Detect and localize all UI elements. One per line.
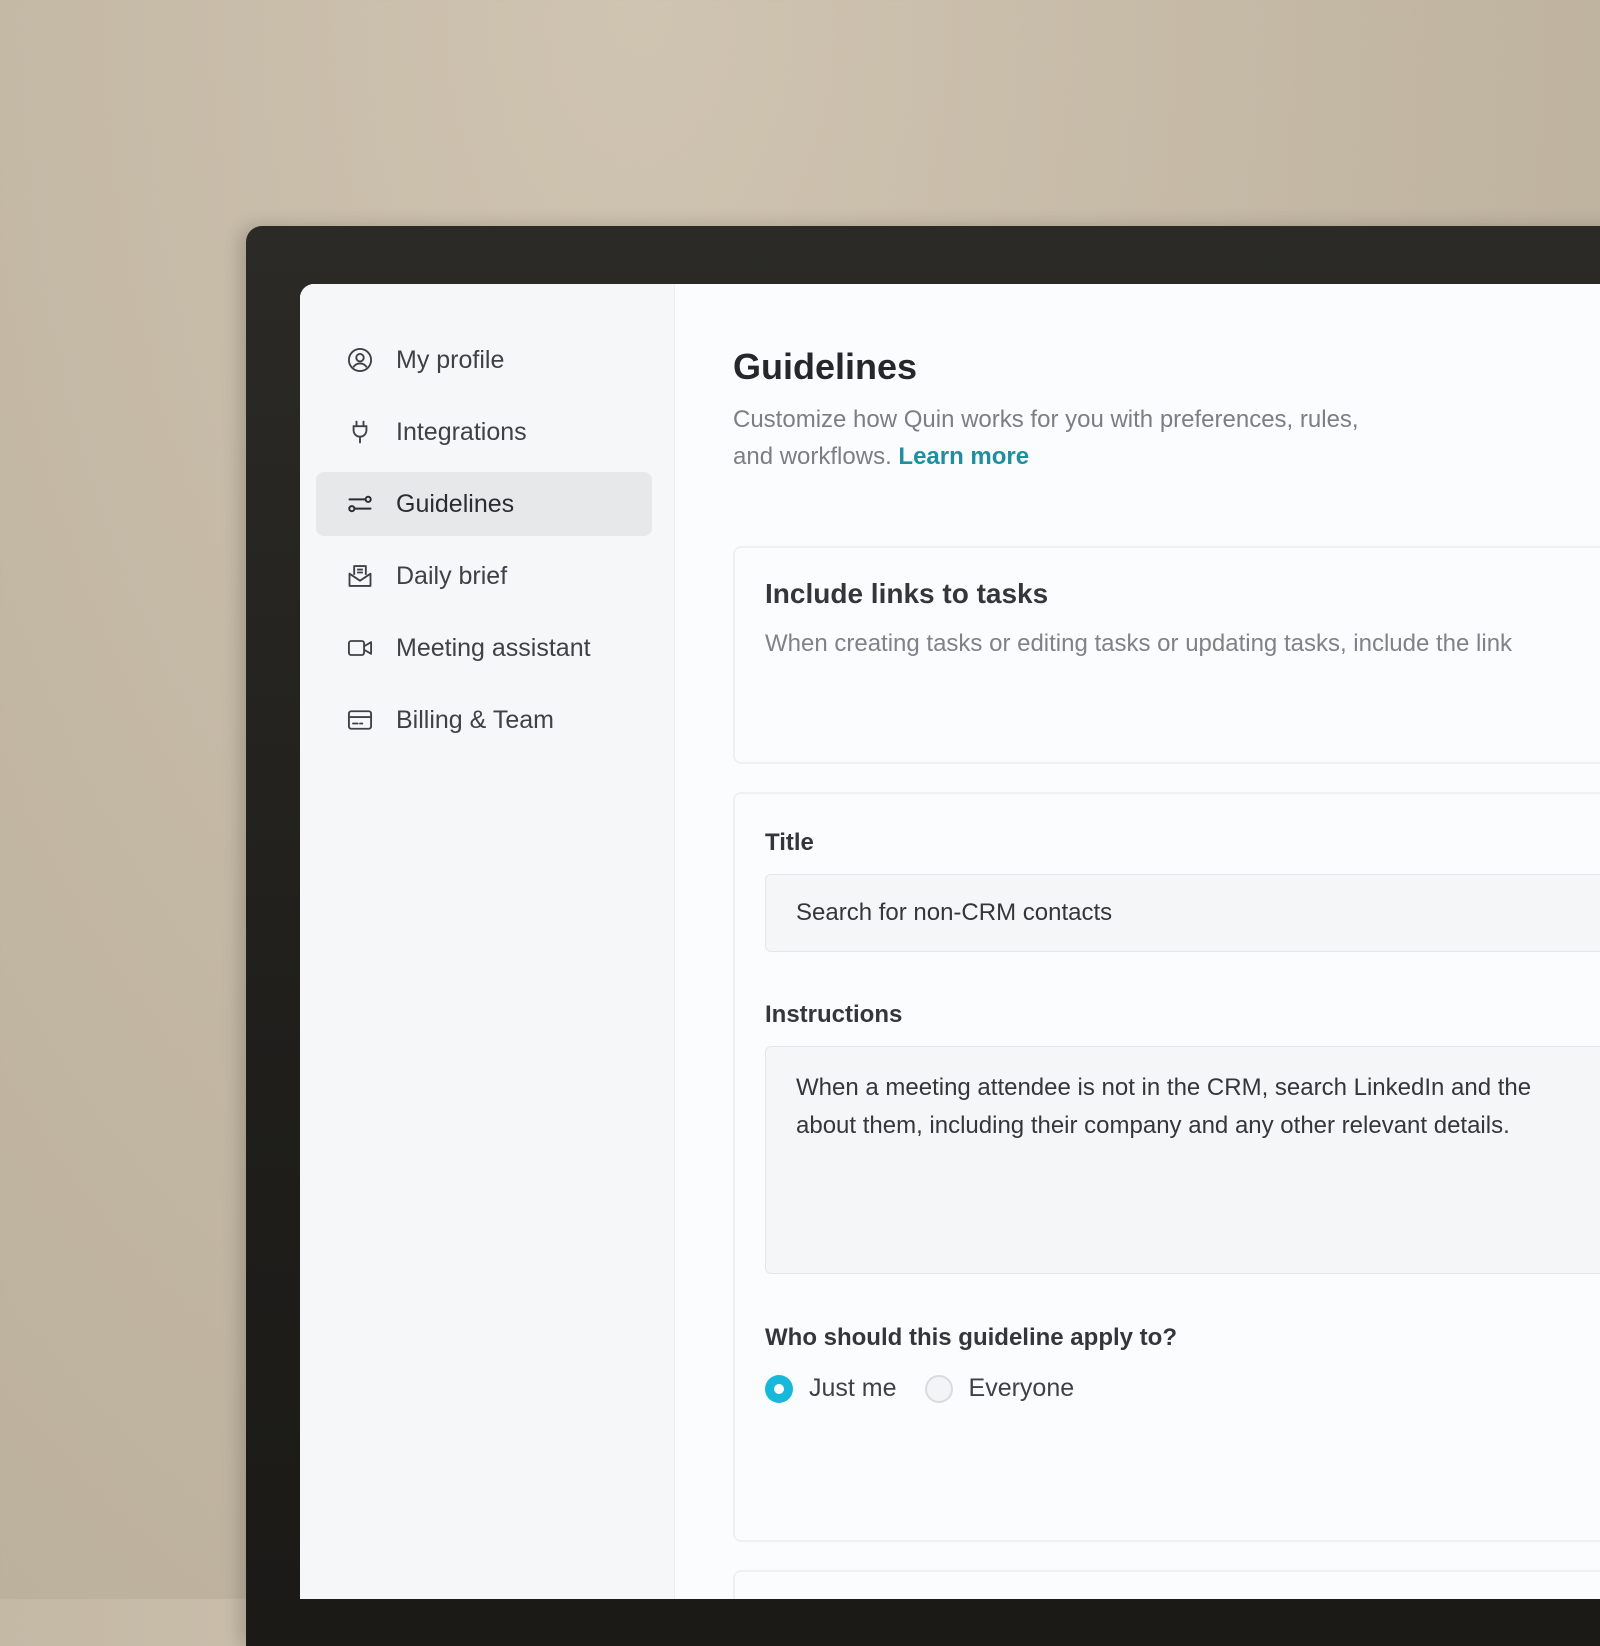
apply-to-radio-group: Just me Everyone — [765, 1374, 1102, 1403]
instructions-line: When a meeting attendee is not in the CR… — [796, 1074, 1532, 1101]
page-description: Customize how Quin works for you with pr… — [733, 401, 1393, 475]
radio-just-me[interactable]: Just me — [765, 1374, 897, 1403]
sidebar-item-guidelines[interactable]: Guidelines — [316, 472, 652, 536]
title-input[interactable] — [765, 874, 1600, 952]
sidebar-item-label: My profile — [396, 345, 505, 374]
sidebar-nav: My profile Integrations Guidelines Daily… — [316, 328, 652, 760]
video-camera-icon — [345, 633, 375, 663]
guideline-title: Include links to tasks — [765, 578, 1049, 609]
sidebar-item-meeting-assistant[interactable]: Meeting assistant — [316, 616, 652, 680]
guideline-card[interactable]: Include links to tasks When creating tas… — [733, 546, 1600, 764]
radio-everyone[interactable]: Everyone — [924, 1374, 1075, 1403]
sidebar-item-my-profile[interactable]: My profile — [316, 328, 652, 392]
sidebar-item-label: Integrations — [396, 417, 527, 446]
radio-label: Everyone — [968, 1374, 1075, 1402]
radio-unselected-icon[interactable] — [924, 1374, 953, 1403]
title-label: Title — [765, 829, 814, 856]
learn-more-link[interactable]: Learn more — [898, 443, 1029, 470]
instructions-line: about them, including their company and … — [796, 1112, 1510, 1139]
plug-icon — [345, 417, 375, 447]
guideline-card-next[interactable] — [733, 1570, 1600, 1599]
user-circle-icon — [345, 345, 375, 375]
settings-sidebar: My profile Integrations Guidelines Daily… — [300, 284, 675, 1599]
instructions-textarea[interactable]: When a meeting attendee is not in the CR… — [765, 1046, 1600, 1274]
sidebar-item-label: Billing & Team — [396, 705, 554, 734]
sidebar-item-daily-brief[interactable]: Daily brief — [316, 544, 652, 608]
apply-to-label: Who should this guideline apply to? — [765, 1324, 1177, 1351]
sidebar-item-label: Meeting assistant — [396, 633, 591, 662]
sidebar-item-label: Guidelines — [396, 489, 515, 518]
app-window: My profile Integrations Guidelines Daily… — [300, 284, 1600, 1599]
guideline-edit-form: Title Instructions When a meeting attend… — [733, 792, 1600, 1542]
guideline-description: When creating tasks or editing tasks or … — [765, 630, 1513, 657]
sliders-icon — [345, 489, 375, 519]
radio-selected-icon[interactable] — [765, 1374, 793, 1403]
page-title: Guidelines — [733, 346, 918, 387]
radio-label: Just me — [809, 1374, 897, 1402]
inbox-document-icon — [345, 561, 375, 591]
sidebar-item-integrations[interactable]: Integrations — [316, 400, 652, 464]
page-description-text: Customize how Quin works for you with pr… — [733, 406, 1359, 470]
instructions-label: Instructions — [765, 1001, 903, 1028]
main-content: Guidelines Customize how Quin works for … — [674, 284, 1600, 1599]
sidebar-item-billing-team[interactable]: Billing & Team — [316, 688, 652, 752]
sidebar-item-label: Daily brief — [396, 561, 508, 590]
credit-card-icon — [345, 705, 375, 735]
